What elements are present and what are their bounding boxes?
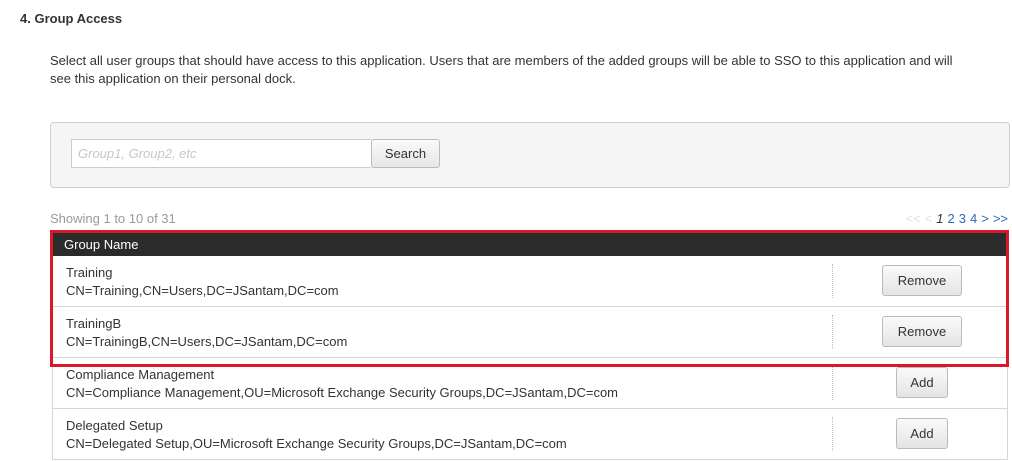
group-search-input[interactable] xyxy=(71,139,371,168)
section-title: 4. Group Access xyxy=(20,11,123,26)
group-name: Compliance Management xyxy=(66,367,215,382)
table-row: Training CN=Training,CN=Users,DC=JSantam… xyxy=(52,256,1008,307)
pagination-last[interactable]: >> xyxy=(993,211,1008,226)
remove-button[interactable]: Remove xyxy=(882,316,962,347)
column-divider xyxy=(832,264,833,298)
pagination-page-4[interactable]: 4 xyxy=(970,211,977,226)
column-divider xyxy=(832,366,833,400)
groups-table: Group Name Training CN=Training,CN=Users… xyxy=(52,233,1008,460)
search-panel: Search xyxy=(50,122,1010,188)
group-dn: CN=TrainingB,CN=Users,DC=JSantam,DC=com xyxy=(66,334,348,349)
column-divider xyxy=(832,417,833,451)
group-dn: CN=Delegated Setup,OU=Microsoft Exchange… xyxy=(66,436,567,451)
column-header-group-name: Group Name xyxy=(52,233,1008,256)
results-count: Showing 1 to 10 of 31 xyxy=(50,211,176,226)
table-row: Delegated Setup CN=Delegated Setup,OU=Mi… xyxy=(52,409,1008,460)
description-line-1: Select all user groups that should have … xyxy=(50,53,953,68)
table-row: TrainingB CN=TrainingB,CN=Users,DC=JSant… xyxy=(52,307,1008,358)
group-dn: CN=Training,CN=Users,DC=JSantam,DC=com xyxy=(66,283,339,298)
group-name: Training xyxy=(66,265,113,280)
pagination-page-3[interactable]: 3 xyxy=(959,211,966,226)
group-dn: CN=Compliance Management,OU=Microsoft Ex… xyxy=(66,385,619,400)
group-name: Delegated Setup xyxy=(66,418,163,433)
group-cell: Compliance Management CN=Compliance Mana… xyxy=(66,366,618,402)
pagination-prev[interactable]: < xyxy=(925,211,933,226)
group-cell: Delegated Setup CN=Delegated Setup,OU=Mi… xyxy=(66,417,567,453)
pagination-page-1[interactable]: 1 xyxy=(936,211,943,226)
pagination: << < 1 2 3 4 > >> xyxy=(906,211,1009,226)
add-button[interactable]: Add xyxy=(896,418,948,449)
description-line-2: see this application on their personal d… xyxy=(50,71,296,86)
section-description: Select all user groups that should have … xyxy=(50,52,1012,88)
add-button[interactable]: Add xyxy=(896,367,948,398)
column-divider xyxy=(832,315,833,349)
search-button[interactable]: Search xyxy=(371,139,440,168)
pagination-first[interactable]: << xyxy=(906,211,921,226)
remove-button[interactable]: Remove xyxy=(882,265,962,296)
pagination-page-2[interactable]: 2 xyxy=(948,211,955,226)
pagination-next[interactable]: > xyxy=(981,211,989,226)
group-cell: TrainingB CN=TrainingB,CN=Users,DC=JSant… xyxy=(66,315,347,351)
group-cell: Training CN=Training,CN=Users,DC=JSantam… xyxy=(66,264,339,300)
table-row: Compliance Management CN=Compliance Mana… xyxy=(52,358,1008,409)
group-name: TrainingB xyxy=(66,316,122,331)
